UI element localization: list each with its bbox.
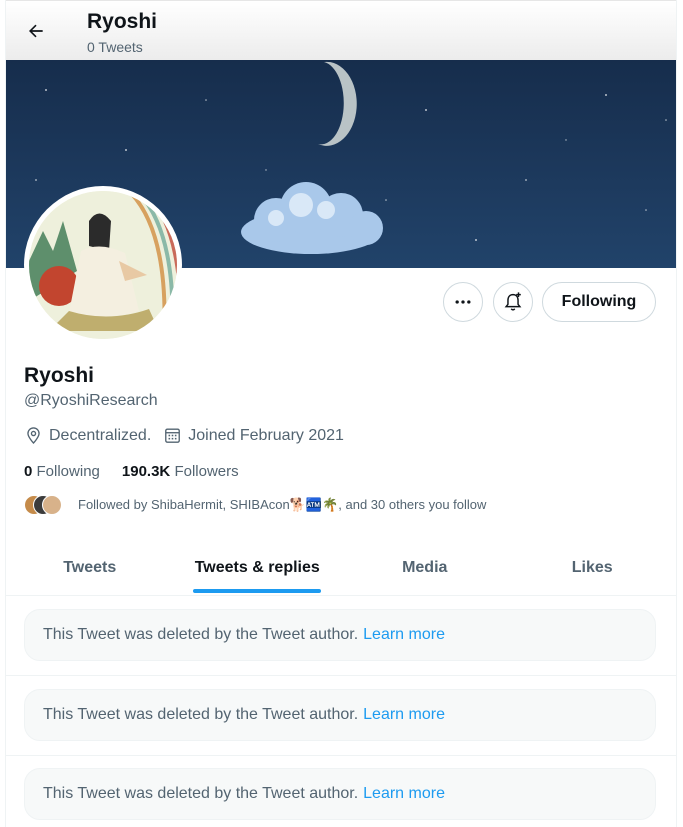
more-icon bbox=[455, 300, 471, 304]
tab-tweets[interactable]: Tweets bbox=[6, 540, 174, 595]
join-date: Joined February 2021 bbox=[163, 426, 344, 445]
deleted-tweet-text: This Tweet was deleted by the Tweet auth… bbox=[43, 706, 359, 723]
profile-handle: @RyoshiResearch bbox=[24, 392, 158, 409]
learn-more-link[interactable]: Learn more bbox=[363, 626, 445, 644]
joined-text: Joined February 2021 bbox=[188, 426, 344, 444]
following-button[interactable]: Following bbox=[542, 282, 656, 322]
more-options-button[interactable] bbox=[443, 282, 483, 322]
tab-likes[interactable]: Likes bbox=[509, 540, 677, 595]
tab-tweets-replies[interactable]: Tweets & replies bbox=[174, 540, 342, 595]
followed-by-text: Followed by ShibaHermit, SHIBAcon🐕🏧🌴, an… bbox=[78, 497, 487, 512]
learn-more-link[interactable]: Learn more bbox=[363, 785, 445, 803]
tab-label: Media bbox=[402, 558, 448, 576]
follower-avatars bbox=[24, 495, 64, 515]
followers-count-link[interactable]: 190.3K Followers bbox=[122, 463, 239, 480]
tab-label: Tweets bbox=[63, 558, 117, 576]
avatar-image bbox=[29, 191, 177, 339]
location-pin-icon bbox=[27, 427, 40, 445]
followers-label: Followers bbox=[174, 463, 239, 480]
profile-name: Ryoshi bbox=[24, 364, 95, 387]
profile-page: Ryoshi 0 Tweets Following Ryoshi @Ryoshi… bbox=[5, 0, 677, 827]
deleted-tweet-text: This Tweet was deleted by the Tweet auth… bbox=[43, 785, 359, 802]
follow-counts: 0 Following 190.3K Followers bbox=[24, 463, 261, 480]
deleted-tweet-notice: This Tweet was deleted by the Tweet auth… bbox=[24, 768, 656, 820]
followers-count: 190.3K bbox=[121, 463, 171, 480]
profile-tabs: Tweets Tweets & replies Media Likes bbox=[6, 540, 676, 596]
calendar-icon bbox=[165, 428, 181, 443]
header-tweet-count: 0 Tweets bbox=[87, 39, 143, 55]
deleted-tweet-notice: This Tweet was deleted by the Tweet auth… bbox=[24, 689, 656, 741]
active-tab-indicator bbox=[193, 589, 322, 593]
followed-by-row[interactable]: Followed by ShibaHermit, SHIBAcon🐕🏧🌴, an… bbox=[24, 495, 486, 515]
tab-label: Tweets & replies bbox=[194, 558, 320, 576]
notification-bell-icon bbox=[504, 292, 522, 311]
deleted-tweet-notice: This Tweet was deleted by the Tweet auth… bbox=[24, 609, 656, 661]
following-count-link[interactable]: 0 Following bbox=[24, 463, 100, 480]
profile-avatar[interactable] bbox=[24, 186, 182, 344]
following-count: 0 bbox=[24, 463, 33, 480]
profile-meta: Decentralized. Joined February 2021 bbox=[24, 426, 356, 445]
tab-media[interactable]: Media bbox=[341, 540, 509, 595]
deleted-tweet-row: This Tweet was deleted by the Tweet auth… bbox=[6, 676, 676, 756]
tab-label: Likes bbox=[571, 558, 613, 576]
back-button[interactable] bbox=[20, 15, 52, 47]
deleted-tweet-text: This Tweet was deleted by the Tweet auth… bbox=[43, 626, 359, 643]
location: Decentralized. bbox=[24, 426, 151, 445]
avatar bbox=[42, 495, 62, 515]
header-title: Ryoshi bbox=[87, 10, 158, 33]
back-arrow-icon bbox=[29, 24, 43, 38]
following-label: Following bbox=[36, 463, 100, 480]
deleted-tweet-row: This Tweet was deleted by the Tweet auth… bbox=[6, 596, 676, 676]
notifications-button[interactable] bbox=[493, 282, 533, 322]
location-text: Decentralized. bbox=[49, 426, 152, 444]
deleted-tweet-row: This Tweet was deleted by the Tweet auth… bbox=[6, 755, 676, 827]
learn-more-link[interactable]: Learn more bbox=[363, 706, 445, 724]
top-header: Ryoshi 0 Tweets bbox=[6, 0, 676, 60]
